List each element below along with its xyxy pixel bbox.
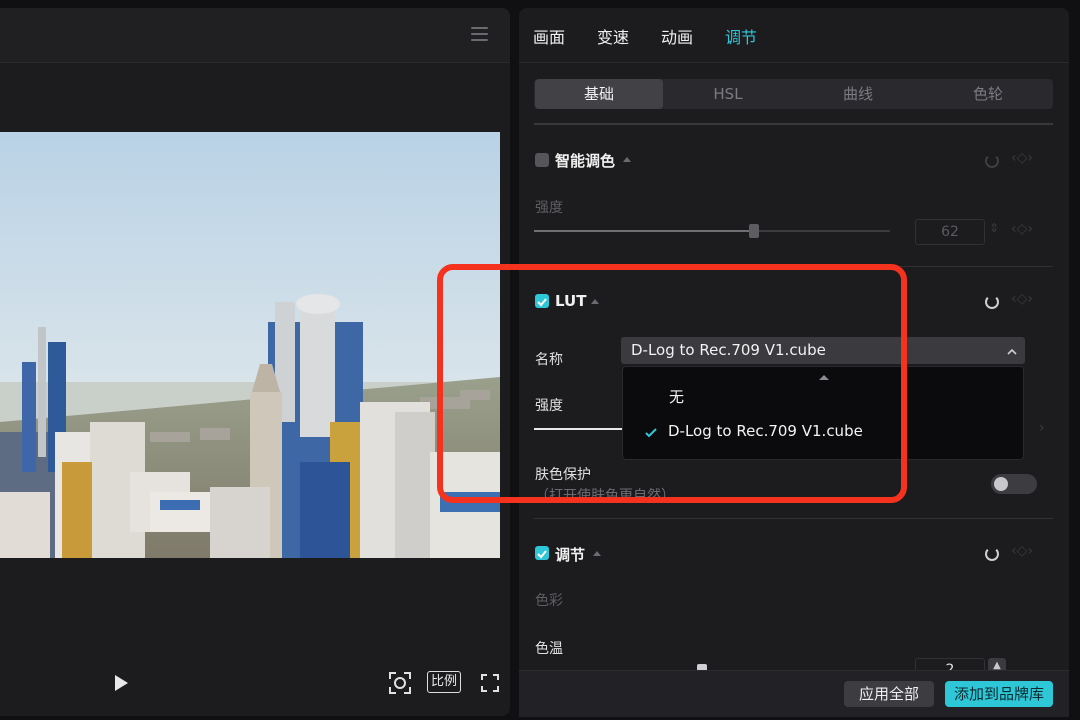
video-preview[interactable]: [0, 132, 500, 558]
adjust-title: 调节: [555, 546, 586, 564]
section-divider: [534, 123, 1053, 125]
ratio-button[interactable]: 比例: [427, 671, 461, 693]
player-header: [0, 8, 510, 63]
bottom-action-bar: 应用全部 添加到品牌库: [519, 670, 1069, 717]
color-group-label: 色彩: [535, 593, 563, 609]
lut-strength-nav-icon: ›: [1039, 420, 1045, 436]
adjust-checkbox[interactable]: [535, 546, 549, 560]
subtab-basic[interactable]: 基础: [535, 79, 663, 109]
adjust-reset-icon[interactable]: [985, 547, 999, 561]
smart-strength-slider-fill: [534, 230, 754, 232]
reset-icon: [985, 154, 999, 168]
fit-screen-icon[interactable]: [388, 671, 412, 695]
toggle-knob: [994, 477, 1008, 491]
section-divider-3: [534, 518, 1053, 519]
collapse-caret-icon[interactable]: [623, 157, 631, 162]
smart-strength-slider-handle[interactable]: [749, 224, 759, 238]
highlight-annotation: [437, 264, 907, 503]
skin-protect-toggle[interactable]: [991, 474, 1037, 494]
play-icon[interactable]: [112, 674, 130, 692]
smart-strength-value[interactable]: 62: [915, 219, 985, 245]
color-temp-label: 色温: [535, 641, 563, 657]
smart-color-title: 智能调色: [555, 152, 616, 170]
subtab-bar: 基础 HSL 曲线 色轮: [534, 79, 1053, 109]
keyframe-nav-icon-2: ‹◇›: [1011, 221, 1033, 237]
adjust-collapse-caret-icon[interactable]: [593, 551, 601, 556]
tab-canvas[interactable]: 画面: [533, 24, 565, 48]
fullscreen-icon[interactable]: [481, 674, 499, 692]
adjust-keyframe-nav-icon: ‹◇›: [1011, 543, 1033, 559]
checkmark-icon-2: [537, 550, 547, 559]
smart-strength-label: 强度: [535, 200, 563, 216]
tabs-divider: [519, 62, 1069, 63]
video-player-panel: 比例: [0, 8, 510, 716]
add-to-brand-library-button[interactable]: 添加到品牌库: [945, 681, 1053, 707]
stepper-icon: ⇕: [989, 221, 1000, 235]
tab-speed[interactable]: 变速: [597, 24, 629, 48]
subtab-hsl[interactable]: HSL: [664, 79, 792, 109]
smart-color-checkbox[interactable]: [535, 153, 549, 167]
tab-adjust[interactable]: 调节: [725, 24, 757, 48]
lut-reset-icon[interactable]: [985, 295, 999, 309]
keyframe-nav-icon: ‹◇›: [1011, 150, 1033, 166]
subtab-curves[interactable]: 曲线: [794, 79, 922, 109]
lut-keyframe-nav-icon: ‹◇›: [1011, 291, 1033, 307]
hamburger-menu-icon[interactable]: [471, 27, 488, 41]
chevron-up-icon: [1007, 348, 1017, 355]
tab-animation[interactable]: 动画: [661, 24, 693, 48]
industrial-plant-image: [0, 132, 500, 558]
subtab-color-wheel[interactable]: 色轮: [924, 79, 1052, 109]
apply-all-button[interactable]: 应用全部: [844, 681, 934, 707]
